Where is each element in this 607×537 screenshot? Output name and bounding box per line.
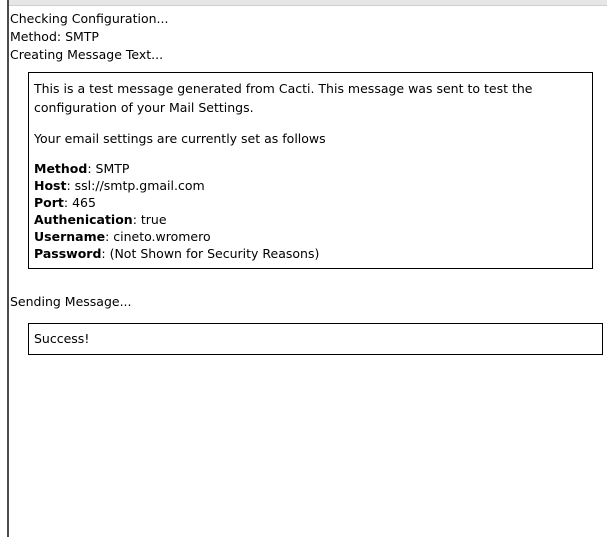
status-checking: Checking Configuration... [10,11,169,26]
status-sending: Sending Message... [10,294,132,309]
message-intro: This is a test message generated from Ca… [34,81,533,115]
mail-test-output: Checking Configuration... Method: SMTP C… [10,10,607,355]
setting-value: : cineto.wromero [105,229,211,244]
setting-method: Method: SMTP [34,160,587,177]
setting-host: Host: ssl://smtp.gmail.com [34,177,587,194]
setting-value: : 465 [63,195,96,210]
status-creating: Creating Message Text... [10,47,164,62]
setting-label: Username [34,229,106,244]
message-preview-box: This is a test message generated from Ca… [28,72,593,269]
setting-value: : true [132,212,167,227]
setting-value: : SMTP [87,161,130,176]
result-text: Success! [34,331,90,346]
left-border [7,0,9,537]
setting-label: Authenication [34,212,133,227]
result-box: Success! [28,323,603,355]
setting-label: Method [34,161,88,176]
setting-value: : ssl://smtp.gmail.com [66,178,205,193]
setting-password: Password: (Not Shown for Security Reason… [34,245,587,262]
setting-port: Port: 465 [34,194,587,211]
status-method: Method: SMTP [10,29,99,44]
settings-heading: Your email settings are currently set as… [34,131,326,146]
setting-label: Port [34,195,64,210]
top-border [7,0,607,6]
setting-label: Password [34,246,102,261]
setting-label: Host [34,178,67,193]
setting-username: Username: cineto.wromero [34,228,587,245]
setting-value: : (Not Shown for Security Reasons) [101,246,320,261]
setting-authentication: Authenication: true [34,211,587,228]
